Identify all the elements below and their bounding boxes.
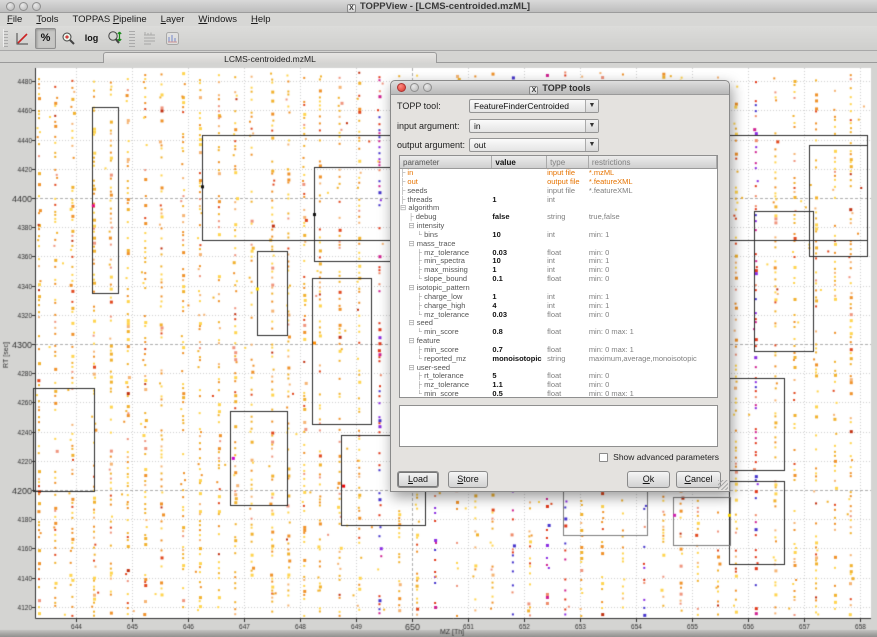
output-argument-select[interactable]: out ▼: [469, 138, 599, 152]
message-box[interactable]: [399, 405, 718, 447]
col-parameter: parameter: [400, 156, 492, 168]
field-label: TOPP tool:: [397, 101, 441, 111]
magnifier-arrows-icon: [107, 30, 123, 46]
chevron-down-icon[interactable]: ▼: [585, 139, 598, 151]
param-row-threads[interactable]: ├ threads1int: [400, 196, 717, 205]
chevron-down-icon[interactable]: ▼: [585, 100, 598, 112]
param-row-in[interactable]: ├ ininput file*.mzML: [400, 169, 717, 178]
toppview-window: XTOPPView - [LCMS-centroided.mzML] FileT…: [0, 0, 877, 637]
field-row-0: TOPP tool: FeatureFinderCentroided ▼: [397, 99, 723, 113]
param-row-min_score[interactable]: └ min_score0.5floatmin: 0 max: 1: [400, 390, 717, 398]
dialog-zoom-button[interactable]: [423, 83, 432, 92]
col-restrictions: restrictions: [589, 156, 717, 168]
dialog-title: XTOPP tools: [391, 81, 729, 95]
param-row-bins[interactable]: └ bins10intmin: 1: [400, 231, 717, 240]
dialog-titlebar: XTOPP tools: [391, 81, 729, 95]
param-row-charge_low[interactable]: ├ charge_low1intmin: 1: [400, 293, 717, 302]
ok-button[interactable]: Ok: [627, 471, 670, 488]
store-button[interactable]: Store: [448, 471, 488, 488]
param-row-seeds[interactable]: ├ seedsinput file*.featureXML: [400, 187, 717, 196]
measure-mode-button[interactable]: [104, 28, 125, 49]
param-row-intensity[interactable]: ⊟ intensity: [400, 222, 717, 231]
dialog-close-button[interactable]: [397, 83, 406, 92]
log-icon: log: [85, 33, 99, 43]
main-titlebar: XTOPPView - [LCMS-centroided.mzML]: [0, 0, 877, 13]
param-row-reported_mz[interactable]: └ reported_mzmonoisotopicstringmaximum,a…: [400, 355, 717, 364]
field-label: input argument:: [397, 121, 460, 131]
field-row-2: output argument: out ▼: [397, 138, 723, 152]
param-row-user-seed[interactable]: ⊟ user-seed: [400, 364, 717, 373]
parameter-table-header: parameter value type restrictions: [400, 156, 717, 169]
input-argument-select[interactable]: in ▼: [469, 119, 599, 133]
tab-bar: LCMS-centroided.mzML: [0, 51, 877, 63]
combo-value: out: [474, 140, 486, 150]
param-row-algorithm[interactable]: ⊟ algorithm: [400, 204, 717, 213]
menu-item-layer[interactable]: Layer: [154, 13, 192, 26]
menu-item-file[interactable]: File: [0, 13, 29, 26]
x11-dialog-icon: X: [529, 86, 538, 95]
magnifier-icon: [61, 31, 76, 46]
param-row-min_score[interactable]: ├ min_score0.7floatmin: 0 max: 1: [400, 346, 717, 355]
field-label: output argument:: [397, 140, 465, 150]
param-row-feature[interactable]: ⊟ feature: [400, 337, 717, 346]
show-advanced-label: Show advanced parameters: [613, 452, 719, 462]
toolbar-separator: [129, 29, 135, 47]
projection-plot-icon: [165, 31, 180, 46]
load-button[interactable]: Load: [397, 471, 439, 488]
col-type: type: [547, 156, 589, 168]
param-row-debug[interactable]: ├ debugfalsestringtrue,false: [400, 213, 717, 222]
menu-item-tools[interactable]: Tools: [29, 13, 65, 26]
menu-item-toppas-pipeline[interactable]: TOPPAS Pipeline: [66, 13, 154, 26]
zoom-mode-button[interactable]: [58, 28, 79, 49]
topp-tools-dialog: XTOPP tools TOPP tool: FeatureFinderCentr…: [390, 80, 730, 492]
spectra-list-icon: [142, 31, 157, 46]
log-intensity-button[interactable]: log: [81, 28, 102, 49]
param-row-charge_high[interactable]: ├ charge_high4intmin: 1: [400, 302, 717, 311]
parameter-table[interactable]: parameter value type restrictions ├ inin…: [399, 155, 718, 398]
toolbar: % log: [0, 26, 877, 51]
advanced-parameters-row: Show advanced parameters: [599, 452, 719, 462]
intensity-percentage-button[interactable]: %: [35, 28, 56, 49]
percent-icon: %: [41, 32, 51, 44]
param-row-out[interactable]: ├ outoutput file*.featureXML: [400, 178, 717, 187]
param-row-isotopic_pattern[interactable]: ⊟ isotopic_pattern: [400, 284, 717, 293]
field-row-1: input argument: in ▼: [397, 119, 723, 133]
param-row-slope_bound[interactable]: └ slope_bound0.1floatmin: 0: [400, 275, 717, 284]
param-row-rt_tolerance[interactable]: ├ rt_tolerance5floatmin: 0: [400, 372, 717, 381]
precursor-ms2-button[interactable]: [139, 28, 160, 49]
show-advanced-checkbox[interactable]: [599, 453, 608, 462]
window-title: XTOPPView - [LCMS-centroided.mzML]: [0, 0, 877, 13]
dialog-minimize-button[interactable]: [410, 83, 419, 92]
param-row-max_missing[interactable]: ├ max_missing1intmin: 0: [400, 266, 717, 275]
menu-bar: FileToolsTOPPAS PipelineLayerWindowsHelp: [0, 13, 877, 26]
projections-button[interactable]: [162, 28, 183, 49]
menu-item-windows[interactable]: Windows: [191, 13, 244, 26]
cancel-button[interactable]: Cancel: [676, 471, 721, 488]
x11-app-icon: X: [347, 4, 356, 13]
param-row-mass_trace[interactable]: ⊟ mass_trace: [400, 240, 717, 249]
param-row-min_score[interactable]: └ min_score0.8floatmin: 0 max: 1: [400, 328, 717, 337]
menu-item-help[interactable]: Help: [244, 13, 278, 26]
param-row-mz_tolerance[interactable]: ├ mz_tolerance1.1floatmin: 0: [400, 381, 717, 390]
resize-grip[interactable]: [718, 480, 728, 490]
param-row-min_spectra[interactable]: ├ min_spectra10intmin: 1: [400, 257, 717, 266]
param-row-mz_tolerance[interactable]: └ mz_tolerance0.03floatmin: 0: [400, 311, 717, 320]
combo-value: FeatureFinderCentroided: [474, 101, 569, 111]
chevron-down-icon[interactable]: ▼: [585, 120, 598, 132]
col-value: value: [492, 156, 547, 168]
parameter-rows: ├ ininput file*.mzML├ outoutput file*.fe…: [400, 169, 717, 398]
topp-tool-select[interactable]: FeatureFinderCentroided ▼: [469, 99, 599, 113]
toolbar-grip[interactable]: [3, 29, 8, 47]
axes-diagonal-icon: [15, 31, 30, 46]
param-row-mz_tolerance[interactable]: ├ mz_tolerance0.03floatmin: 0: [400, 249, 717, 258]
param-row-seed[interactable]: ⊟ seed: [400, 319, 717, 328]
reset-zoom-button[interactable]: [12, 28, 33, 49]
combo-value: in: [474, 121, 481, 131]
